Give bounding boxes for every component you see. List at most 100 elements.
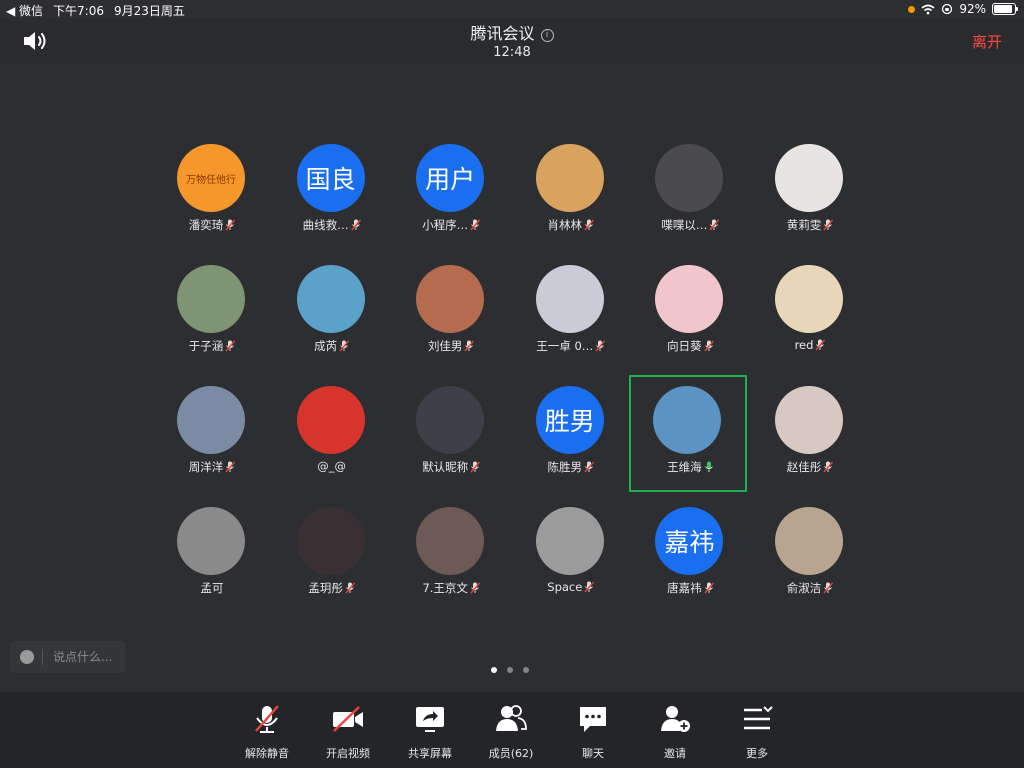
participant-tile[interactable]: 7.王京文: [392, 505, 510, 622]
emoji-icon[interactable]: [20, 650, 34, 664]
page-dot[interactable]: [491, 667, 497, 673]
video-off-icon: [333, 706, 363, 732]
participant-name: 陈胜男: [547, 460, 583, 474]
wifi-icon: [921, 4, 935, 14]
participant-tile[interactable]: 刘佳男: [392, 263, 510, 380]
comment-box[interactable]: [10, 641, 125, 673]
mic-muted-button[interactable]: 解除静音: [232, 702, 302, 761]
participant-name: 默认昵称: [422, 460, 469, 474]
avatar: [535, 265, 604, 333]
participant-tile[interactable]: 用户小程序…: [392, 142, 510, 259]
avatar: [775, 386, 843, 454]
page-indicator[interactable]: [491, 667, 529, 673]
avatar-text: 胜男: [544, 407, 595, 436]
participant-name-row: @_@: [273, 459, 391, 473]
participant-name: 赵佳彤: [786, 460, 822, 474]
video-off-button[interactable]: 开启视频: [313, 702, 383, 761]
share-screen-icon: [416, 707, 444, 732]
toolbar-label: 开启视频: [326, 747, 370, 760]
mic-muted-icon: [584, 219, 595, 231]
participant-tile[interactable]: 国良曲线救…: [273, 142, 391, 259]
toolbar-label: 解除静音: [245, 747, 289, 760]
more-icon: [744, 706, 773, 730]
participant-name-row: 成芮: [273, 338, 391, 354]
participant-name-row: 陈胜男: [512, 459, 630, 475]
participant-tile[interactable]: 嘉祎 唐嘉祎: [631, 505, 749, 622]
participant-name: 成芮: [314, 339, 338, 353]
participant-tile[interactable]: 孟可: [153, 505, 271, 622]
participant-tile[interactable]: 周洋洋: [153, 384, 271, 501]
more-button[interactable]: 更多: [722, 702, 792, 761]
mic-muted-icon: [815, 339, 826, 351]
meeting-elapsed-time: 12:48: [493, 45, 531, 60]
share-screen-button[interactable]: 共享屏幕: [395, 702, 465, 761]
toolbar-label: 更多: [746, 747, 768, 760]
participant-name-row: 王一卓 0…: [512, 338, 630, 354]
participant-tile[interactable]: red: [751, 263, 869, 380]
avatar: [416, 386, 485, 454]
avatar: [535, 507, 604, 575]
mic-muted-icon: [464, 340, 475, 352]
battery-icon: [992, 3, 1018, 15]
participant-name: red: [794, 338, 814, 352]
participant-tile[interactable]: Space: [512, 505, 630, 622]
comment-input[interactable]: [51, 649, 125, 665]
avatar: [296, 386, 365, 454]
participant-name: 孟可: [200, 581, 224, 595]
avatar: 用户: [416, 144, 485, 212]
participant-tile[interactable]: 默认昵称: [392, 384, 510, 501]
avatar: [655, 144, 724, 212]
avatar: [775, 265, 843, 333]
participant-tile[interactable]: @_@: [273, 384, 391, 501]
participant-tile[interactable]: 孟玥彤: [273, 505, 391, 622]
mic-muted-icon: [470, 461, 481, 473]
participant-name: 7.王京文: [422, 581, 468, 595]
page-dot[interactable]: [523, 667, 529, 673]
avatar: [416, 507, 485, 575]
participant-name-row: 向日葵: [631, 338, 749, 354]
invite-button[interactable]: 邀请: [640, 702, 710, 761]
participant-tile[interactable]: 胜男 陈胜男: [512, 384, 630, 501]
participant-tile[interactable]: 于子涵: [153, 263, 271, 380]
participant-name: 王维海: [667, 460, 702, 474]
info-icon[interactable]: i: [540, 29, 554, 42]
chat-button[interactable]: 聊天: [558, 702, 628, 761]
participant-name: @_@: [317, 459, 346, 473]
participant-tile[interactable]: 王一卓 0…: [512, 263, 630, 380]
page-dot[interactable]: [507, 667, 513, 673]
invite-icon: [661, 706, 690, 732]
participant-tile[interactable]: 肖林林: [512, 142, 630, 259]
members-icon: [496, 705, 527, 731]
participant-name-row: 小程序…: [392, 217, 510, 233]
participant-tile[interactable]: 俞淑洁: [751, 505, 869, 622]
meeting-header: 腾讯会议 i 12:48 离开: [0, 18, 1024, 64]
avatar: [775, 144, 843, 212]
bottom-toolbar: 解除静音 开启视频 共享屏幕 成员(62) 聊天 邀请 更多: [0, 692, 1024, 768]
status-bar: ◀ 微信 下午7:06 9月23日周五 92%: [0, 0, 1024, 18]
participant-name-row: 孟玥彤: [273, 580, 391, 596]
avatar-text: 用户: [425, 165, 476, 194]
avatar: [177, 507, 245, 575]
mic-muted-icon: [225, 219, 236, 231]
participant-tile[interactable]: 黄莉雯: [751, 142, 869, 259]
leave-button[interactable]: 离开: [972, 31, 1002, 52]
participant-tile[interactable]: 万物任他行 潘奕琦: [153, 142, 271, 259]
participant-tile[interactable]: 喋喋以…: [631, 142, 749, 259]
status-time: 下午7:06: [53, 4, 104, 18]
participant-tile[interactable]: 成芮: [273, 263, 391, 380]
members-button[interactable]: 成员(62): [476, 702, 546, 761]
toolbar-label: 聊天: [582, 747, 604, 760]
participant-name-row: red: [751, 338, 869, 352]
participant-tile[interactable]: 赵佳彤: [751, 384, 869, 501]
participant-tile[interactable]: 向日葵: [631, 263, 749, 380]
avatar: [653, 386, 722, 454]
mic-muted-icon: [595, 340, 606, 352]
participant-name: 曲线救…: [302, 218, 349, 232]
mic-muted-icon: [225, 461, 236, 473]
participant-tile[interactable]: 王维海: [629, 375, 748, 492]
avatar: [177, 386, 245, 454]
avatar-text: 国良: [305, 165, 356, 194]
back-to-wechat-link[interactable]: ◀ 微信: [6, 2, 43, 19]
participant-name-row: 孟可: [153, 580, 271, 596]
recording-indicator-icon: [908, 5, 916, 13]
